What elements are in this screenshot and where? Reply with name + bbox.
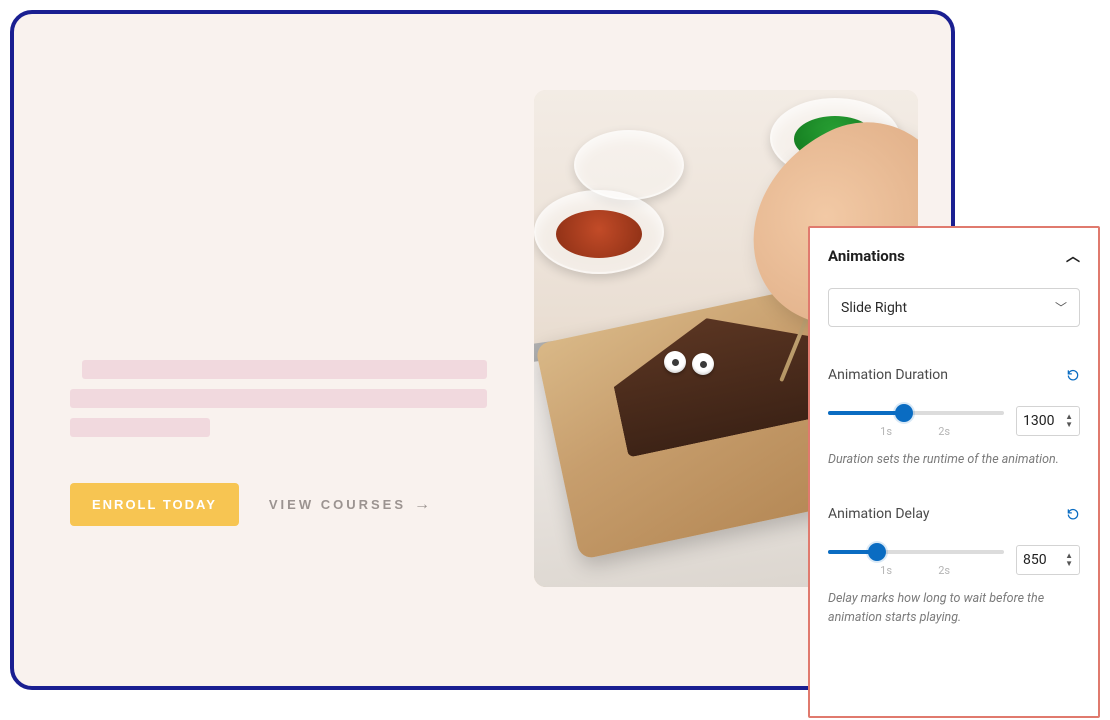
number-stepper-icon[interactable]: ▲▼ [1065, 552, 1073, 568]
enroll-button[interactable]: ENROLL TODAY [70, 483, 239, 526]
collapse-icon[interactable]: ︿ [1066, 246, 1080, 266]
delay-slider[interactable]: 1s 2s [828, 542, 1004, 578]
reset-icon [1066, 507, 1080, 521]
placeholder-line [70, 418, 210, 437]
animation-duration-label: Animation Duration [828, 367, 948, 383]
animation-type-value: Slide Right [841, 300, 907, 316]
arrow-right-icon: → [414, 496, 433, 514]
chevron-down-icon: ﹀ [1055, 299, 1067, 316]
duration-value: 1300 [1023, 413, 1054, 429]
animations-panel-header[interactable]: Animations ︿ [828, 246, 1080, 266]
slider-tick: 2s [938, 425, 950, 438]
slider-thumb[interactable] [895, 404, 913, 422]
delay-value: 850 [1023, 552, 1047, 568]
animation-type-select[interactable]: Slide Right ﹀ [828, 288, 1080, 327]
placeholder-line [70, 389, 487, 408]
animation-duration-block: Animation Duration 1s 2s 1300 ▲▼ [828, 367, 1080, 470]
placeholder-line [82, 360, 487, 379]
animation-delay-block: Animation Delay 1s 2s 850 ▲▼ [828, 506, 1080, 628]
duration-input[interactable]: 1300 ▲▼ [1016, 406, 1080, 436]
view-courses-label: VIEW COURSES [269, 497, 406, 512]
duration-slider[interactable]: 1s 2s [828, 403, 1004, 439]
duration-help-text: Duration sets the runtime of the animati… [828, 451, 1080, 470]
view-courses-link[interactable]: VIEW COURSES → [269, 496, 433, 514]
slider-thumb[interactable] [868, 543, 886, 561]
reset-duration-button[interactable] [1066, 368, 1080, 382]
number-stepper-icon[interactable]: ▲▼ [1065, 413, 1073, 429]
animation-delay-label: Animation Delay [828, 506, 930, 522]
delay-help-text: Delay marks how long to wait before the … [828, 590, 1080, 628]
animations-panel: Animations ︿ Slide Right ﹀ Animation Dur… [808, 226, 1100, 718]
slider-tick: 2s [938, 564, 950, 577]
reset-delay-button[interactable] [1066, 507, 1080, 521]
reset-icon [1066, 368, 1080, 382]
slider-tick: 1s [880, 564, 892, 577]
delay-input[interactable]: 850 ▲▼ [1016, 545, 1080, 575]
animations-panel-title: Animations [828, 247, 905, 265]
slider-tick: 1s [880, 425, 892, 438]
